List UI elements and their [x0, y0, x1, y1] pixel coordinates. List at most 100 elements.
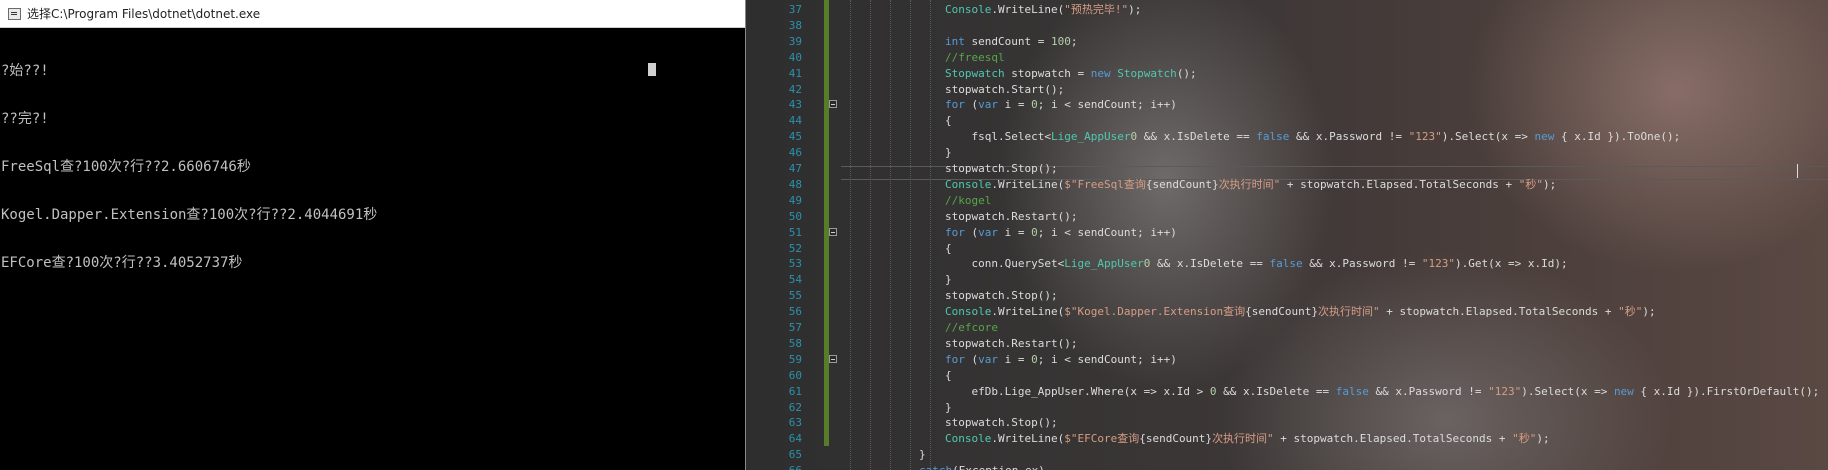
console-line: ??完?! [1, 111, 49, 127]
code-line[interactable]: 50 stopwatch.Restart(); [746, 209, 1828, 225]
line-number: 62 [788, 400, 802, 414]
line-number: 59 [788, 352, 802, 366]
line-number: 65 [788, 448, 802, 462]
code-line[interactable]: 46} [746, 145, 1828, 161]
line-number: 43 [788, 98, 802, 112]
line-number: 44 [788, 114, 802, 128]
code-text[interactable]: { [945, 113, 952, 129]
line-number: 48 [788, 177, 802, 191]
code-line[interactable]: 42 stopwatch.Start(); [746, 82, 1828, 98]
line-number: 42 [788, 82, 802, 96]
code-line[interactable]: 38 [746, 18, 1828, 34]
code-line[interactable]: 61 efDb.Lige_AppUser.Where(x => x.Id > 0… [746, 384, 1828, 400]
code-line[interactable]: 39 int sendCount = 100; [746, 34, 1828, 50]
code-line[interactable]: 45 fsql.Select<Lige_AppUser0 && x.IsDele… [746, 129, 1828, 145]
line-number: 41 [788, 66, 802, 80]
console-line: Kogel.Dapper.Extension查?100次?行??2.404469… [1, 207, 378, 223]
line-number: 38 [788, 18, 802, 32]
code-text[interactable]: Console.WriteLine($"EFCore查询{sendCount}次… [945, 431, 1550, 447]
code-editor[interactable]: 37 Console.WriteLine("预热完毕!"); 38 39 int sen… [746, 0, 1828, 470]
code-line[interactable]: 37 Console.WriteLine("预热完毕!"); [746, 2, 1828, 18]
line-number: 52 [788, 241, 802, 255]
line-number: 61 [788, 384, 802, 398]
code-text[interactable]: int sendCount = 100; [945, 34, 1077, 50]
line-number: 66 [746, 463, 802, 470]
code-line[interactable]: 48 Console.WriteLine($"FreeSql查询{sendCoun… [746, 177, 1828, 193]
code-text[interactable]: stopwatch.Restart(); [945, 209, 1077, 225]
code-line[interactable]: 57 //efcore [746, 320, 1828, 336]
line-number: 49 [788, 193, 802, 207]
code-text[interactable]: stopwatch.Restart(); [945, 336, 1077, 352]
code-text[interactable]: { [945, 368, 952, 384]
code-text[interactable]: Console.WriteLine($"Kogel.Dapper.Extensi… [945, 304, 1656, 320]
code-text[interactable]: } [945, 272, 952, 288]
code-line[interactable]: 51 for (var i = 0; i < sendCount; i++) [746, 225, 1828, 241]
code-line[interactable]: 63 stopwatch.Stop(); [746, 415, 1828, 431]
line-number: 60 [788, 368, 802, 382]
code-text[interactable]: efDb.Lige_AppUser.Where(x => x.Id > 0 &&… [945, 384, 1819, 400]
code-text[interactable]: } [945, 400, 952, 416]
console-cursor [648, 63, 656, 76]
code-text[interactable]: } [919, 447, 926, 463]
console-line: ?始??! [1, 63, 49, 79]
code-line[interactable]: 56 Console.WriteLine($"Kogel.Dapper.Exten… [746, 304, 1828, 320]
code-text[interactable]: Console.WriteLine($"FreeSql查询{sendCount}… [945, 177, 1556, 193]
line-number: 50 [788, 209, 802, 223]
line-number: 37 [788, 3, 802, 16]
line-number: 64 [788, 432, 802, 446]
code-line[interactable]: 55 stopwatch.Stop(); [746, 288, 1828, 304]
code-line[interactable]: 47 stopwatch.Stop(); [746, 161, 1828, 177]
line-number: 57 [788, 321, 802, 334]
code-line[interactable]: 41 Stopwatch stopwatch = new Stopwatch(); [746, 66, 1828, 82]
collapse-icon[interactable] [829, 227, 837, 236]
line-number: 55 [788, 289, 802, 303]
code-text[interactable]: //efcore [945, 320, 998, 336]
code-text[interactable]: stopwatch.Start(); [945, 82, 1064, 98]
console-app-icon [8, 7, 21, 20]
code-text[interactable]: conn.QuerySet<Lige_AppUser0 && x.IsDelet… [945, 256, 1567, 272]
code-text[interactable]: for (var i = 0; i < sendCount; i++) [945, 352, 1177, 368]
code-text[interactable]: for (var i = 0; i < sendCount; i++) [945, 225, 1177, 241]
code-text[interactable]: //freesql [945, 50, 1005, 66]
code-text[interactable]: stopwatch.Stop(); [945, 161, 1058, 177]
code-text[interactable]: for (var i = 0; i < sendCount; i++) [945, 97, 1177, 113]
line-number: 56 [788, 305, 802, 319]
code-line[interactable]: 60 { [746, 368, 1828, 384]
code-text[interactable]: //kogel [945, 193, 991, 209]
code-text[interactable]: fsql.Select<Lige_AppUser0 && x.IsDelete … [945, 129, 1680, 145]
line-number: 63 [788, 416, 802, 430]
line-number: 46 [788, 146, 802, 160]
console-title-bar[interactable]: 选择C:\Program Files\dotnet\dotnet.exe [0, 0, 745, 28]
code-text[interactable]: } [945, 145, 952, 161]
code-line[interactable]: 64 Console.WriteLine($"EFCore查询{sendCount… [746, 431, 1828, 447]
code-line[interactable]: 66 catch(Exception ex) [746, 463, 1828, 470]
code-line[interactable]: 54} [746, 272, 1828, 288]
code-line[interactable]: 40 //freesql [746, 50, 1828, 66]
line-number: 45 [788, 130, 802, 144]
console-window[interactable]: 选择C:\Program Files\dotnet\dotnet.exe ?始?… [0, 0, 746, 470]
code-line[interactable]: 65} [746, 447, 1828, 463]
code-line[interactable]: 62} [746, 400, 1828, 416]
collapse-icon[interactable] [829, 354, 837, 363]
line-number: 53 [788, 257, 802, 271]
code-text[interactable]: catch(Exception ex) [919, 463, 1045, 470]
console-line: FreeSql查?100次?行??2.6606746秒 [1, 159, 251, 175]
line-number: 40 [788, 50, 802, 64]
code-line[interactable]: 43 for (var i = 0; i < sendCount; i++) [746, 97, 1828, 113]
code-text[interactable]: Console.WriteLine("预热完毕!"); [945, 2, 1141, 18]
code-line[interactable]: 53 conn.QuerySet<Lige_AppUser0 && x.IsDe… [746, 256, 1828, 272]
line-number: 54 [788, 273, 802, 287]
code-line[interactable]: 58 stopwatch.Restart(); [746, 336, 1828, 352]
line-number: 58 [788, 336, 802, 350]
collapse-icon[interactable] [829, 100, 837, 109]
code-text[interactable]: { [945, 241, 952, 257]
code-text[interactable]: stopwatch.Stop(); [945, 415, 1058, 431]
code-text[interactable]: Stopwatch stopwatch = new Stopwatch(); [945, 66, 1197, 82]
code-text[interactable]: stopwatch.Stop(); [945, 288, 1058, 304]
console-line: EFCore查?100次?行??3.4052737秒 [1, 255, 243, 271]
code-line[interactable]: 44 { [746, 113, 1828, 129]
code-line[interactable]: 59 for (var i = 0; i < sendCount; i++) [746, 352, 1828, 368]
code-line[interactable]: 49 //kogel [746, 193, 1828, 209]
line-number: 47 [788, 162, 802, 175]
code-line[interactable]: 52 { [746, 241, 1828, 257]
